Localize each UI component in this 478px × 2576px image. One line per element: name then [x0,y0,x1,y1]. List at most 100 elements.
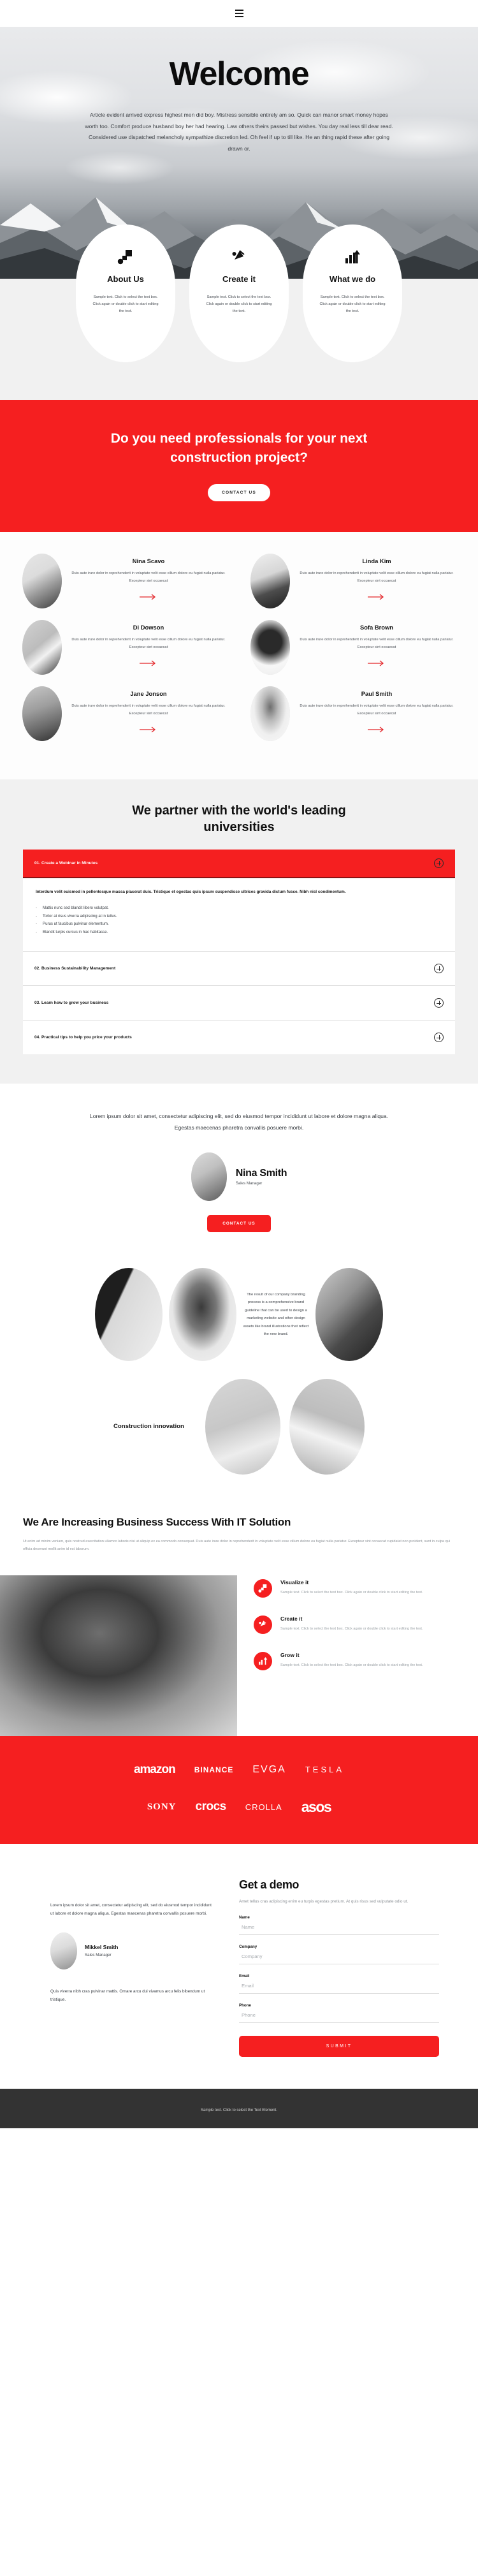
demo-subtitle: Amet tellus cras adipiscing enim eu turp… [239,1899,409,1904]
gallery-section: The result of our company branding proce… [0,1258,478,1492]
accordion-header-4[interactable]: 04. Practical tips to help you price you… [23,1020,455,1054]
team-member-name: Di Dowson [133,623,164,631]
it-feature-title: Visualize it [280,1579,309,1586]
accordion-bullet: Mattis nunc sed blandit libero volutpat. [36,904,442,913]
arrow-right-icon[interactable] [368,592,386,603]
landing-page: Welcome Article evident arrived express … [0,0,478,2129]
name-input[interactable] [239,1920,439,1936]
feature-card-about-us[interactable]: About Us Sample text. Click to select th… [76,224,175,362]
plus-icon[interactable] [434,1033,444,1043]
team-row: Di Dowson Duis aute irure dolor in repre… [0,619,478,675]
email-input[interactable] [239,1978,439,1994]
bar-chart-arrow-icon [344,246,361,268]
accordion-item-4: 04. Practical tips to help you price you… [23,1020,455,1054]
accordion-bullet: Blandit turpis cursus in hac habitasse. [36,929,442,937]
brands-section: amazon BINANCE EVGA TESLA SONY crocs CRO… [0,1735,478,1844]
gallery-image-structure-1 [205,1379,280,1475]
team-member-bio: Duis aute irure dolor in reprehenderit i… [71,637,226,649]
brand-logo-evga: EVGA [252,1763,286,1775]
footer-text: Sample text. Click to select the Text El… [201,2109,277,2113]
contact-us-button[interactable]: CONTACT US [207,1215,271,1233]
it-feature-title: Grow it [280,1651,300,1658]
plus-icon[interactable] [434,964,444,974]
submit-button[interactable]: SUBMIT [239,2036,439,2057]
team-member-card[interactable]: Sofa Brown Duis aute irure dolor in repr… [242,619,465,675]
accordion-bullets: Mattis nunc sed blandit libero volutpat.… [36,904,442,937]
accordion-title: 03. Learn how to grow your business [34,1001,109,1006]
demo-person-role: Sales Manager [85,1953,112,1958]
accordion-header-2[interactable]: 02. Business Sustainability Management [23,952,455,985]
field-email: Email [239,1974,439,1994]
accordion-header-1[interactable]: 01. Create a Webinar in Minutes [23,850,455,879]
accordion-item-3: 03. Learn how to grow your business [23,986,455,1021]
page-title: Welcome [169,55,310,92]
feature-card-text: Sample text. Click to select the text bo… [206,295,272,314]
team-member-card[interactable]: Nina Scavo Duis aute irure dolor in repr… [13,553,236,608]
accordion: 01. Create a Webinar in Minutes Interdum… [23,850,455,1055]
team-member-bio: Duis aute irure dolor in reprehenderit i… [71,571,226,583]
company-input[interactable] [239,1949,439,1965]
gallery-image-structure-2 [289,1379,365,1475]
brand-logo-asos: asos [301,1798,332,1815]
it-feature-title: Create it [280,1615,303,1622]
bar-chart-arrow-icon [254,1651,272,1670]
team-member-bio: Duis aute irure dolor in reprehenderit i… [300,637,454,649]
arrow-right-icon[interactable] [140,592,157,603]
arrow-right-icon[interactable] [368,658,386,670]
it-feature-visualize-it[interactable]: Visualize it Sample text. Click to selec… [254,1579,455,1598]
feature-card-title: Create it [222,274,256,284]
demo-person: Mikkel Smith Sales Manager [50,1932,216,1969]
gallery-image-buildings [95,1268,163,1362]
field-label-name: Name [239,1915,250,1920]
brand-logo-binance: BINANCE [194,1765,234,1774]
it-paragraph: Ut enim ad minim veniam, quis nostrud ex… [23,1540,451,1551]
feature-card-what-we-do[interactable]: What we do Sample text. Click to select … [303,224,402,362]
demo-person-name: Mikkel Smith [85,1944,119,1951]
accordion-heading: We partner with the world's leading univ… [132,803,346,835]
accordion-header-3[interactable]: 03. Learn how to grow your business [23,986,455,1020]
avatar [250,619,290,675]
team-member-card[interactable]: Linda Kim Duis aute irure dolor in repre… [242,553,465,608]
team-member-card[interactable]: Jane Jonson Duis aute irure dolor in rep… [13,686,236,741]
compass-pen-icon [254,1615,272,1634]
field-phone: Phone [239,2003,439,2024]
arrow-right-icon[interactable] [140,658,157,670]
plus-icon[interactable] [434,998,444,1008]
quote-author-name: Nina Smith [235,1168,287,1179]
it-heading: We Are Increasing Business Success With … [23,1516,291,1529]
accordion-bullet: Tortor at risus viverra adipiscing at in… [36,913,442,921]
team-member-name: Jane Jonson [130,689,167,697]
team-row: Jane Jonson Duis aute irure dolor in rep… [0,686,478,741]
field-label-email: Email [239,1974,250,1979]
accordion-section: We partner with the world's leading univ… [0,779,478,1084]
arrow-right-icon[interactable] [140,725,157,736]
compass-pen-icon [231,246,247,268]
it-feature-grow-it[interactable]: Grow it Sample text. Click to select the… [254,1651,455,1670]
hero-paragraph: Article evident arrived express highest … [85,112,393,152]
contact-us-button[interactable]: CONTACT US [208,483,270,501]
demo-tail-paragraph: Quis viverra nibh cras pulvinar mattis. … [50,1989,205,2003]
gallery-image-portrait-2 [315,1268,383,1362]
demo-left-paragraph: Lorem ipsum dolor sit amet, consectetur … [50,1903,212,1917]
demo-left-column: Lorem ipsum dolor sit amet, consectetur … [29,1872,239,2057]
team-member-name: Sofa Brown [359,623,394,631]
feature-card-title: About Us [107,274,144,284]
brand-logo-amazon: amazon [133,1762,176,1776]
plus-icon[interactable] [434,858,444,869]
gallery-caption: The result of our company branding proce… [243,1292,309,1337]
squares-icon [117,246,134,268]
team-row: Nina Scavo Duis aute irure dolor in repr… [0,553,478,608]
it-feature-create-it[interactable]: Create it Sample text. Click to select t… [254,1615,455,1634]
team-member-card[interactable]: Paul Smith Duis aute irure dolor in repr… [242,686,465,741]
accordion-title: 02. Business Sustainability Management [34,966,116,971]
feature-card-create-it[interactable]: Create it Sample text. Click to select t… [189,224,289,362]
field-company: Company [239,1945,439,1965]
team-member-card[interactable]: Di Dowson Duis aute irure dolor in repre… [13,619,236,675]
field-label-phone: Phone [239,2003,251,2008]
phone-input[interactable] [239,2008,439,2024]
accordion-bullet: Purus ut faucibus pulvinar elementum. [36,920,442,929]
hamburger-menu-icon[interactable] [235,10,243,17]
it-feature-text: Sample text. Click to select the text bo… [280,1626,423,1631]
red-cta-heading: Do you need professionals for your next … [110,431,368,465]
arrow-right-icon[interactable] [368,725,386,736]
